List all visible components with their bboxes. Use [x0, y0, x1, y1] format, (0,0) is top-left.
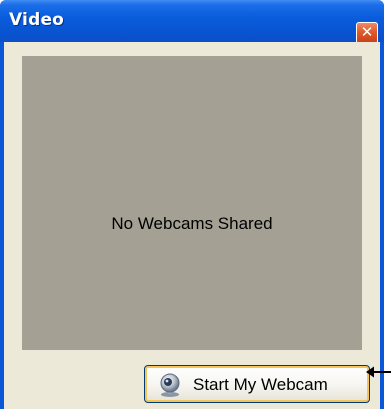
webcam-icon: [160, 373, 180, 397]
close-button[interactable]: ✕: [356, 22, 378, 44]
window-client-area: No Webcams Shared Start My Webcam: [4, 42, 380, 409]
window-title: Video: [9, 10, 65, 30]
no-webcams-message: No Webcams Shared: [111, 214, 273, 233]
title-bar[interactable]: Video: [0, 0, 384, 42]
arrow-left-icon: [366, 366, 391, 378]
start-webcam-label: Start My Webcam: [193, 375, 328, 394]
start-webcam-button[interactable]: Start My Webcam: [144, 365, 370, 403]
video-display-area: No Webcams Shared: [22, 56, 362, 350]
video-window: Video ✕ No Webcams Shared Start My Webca…: [0, 0, 384, 409]
close-icon: ✕: [360, 23, 374, 41]
